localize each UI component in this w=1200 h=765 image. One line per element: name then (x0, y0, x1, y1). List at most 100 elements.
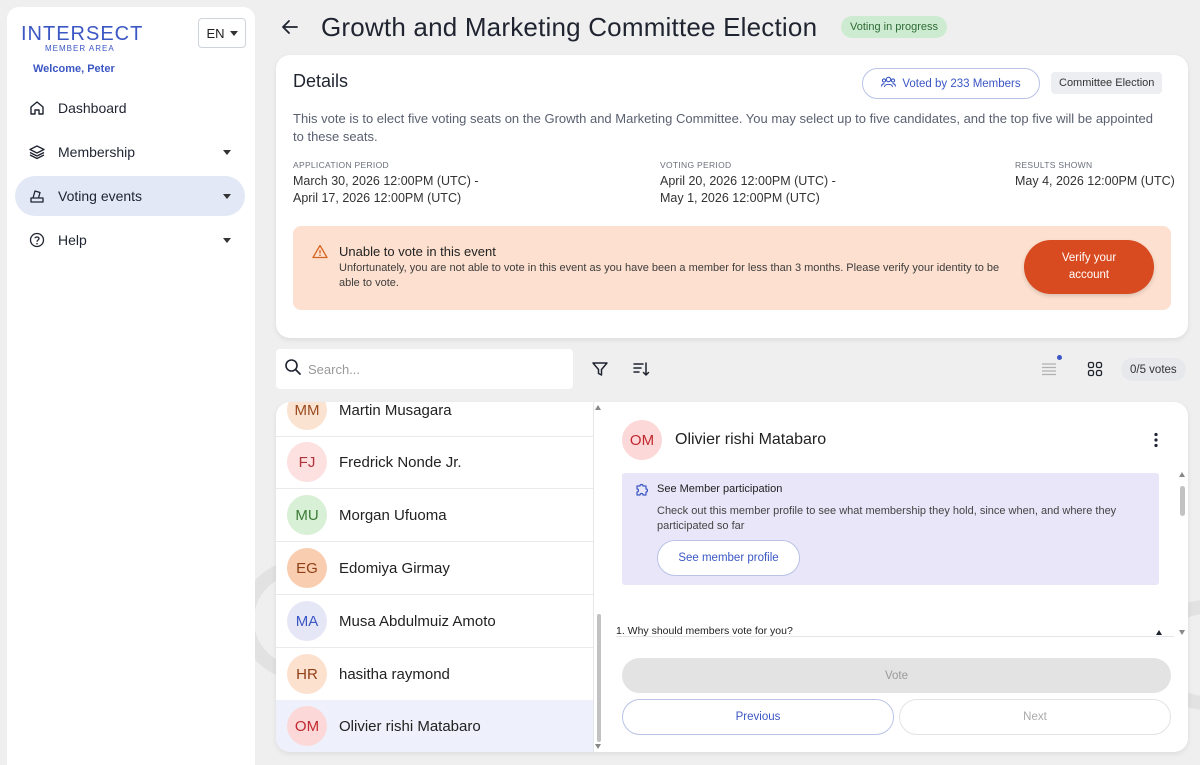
candidates-panel: MM Martin Musagara FJ Fredrick Nonde Jr.… (276, 402, 1188, 752)
voting-period: VOTING PERIOD April 20, 2026 12:00PM (UT… (660, 160, 836, 207)
sidebar-item-label: Help (58, 232, 87, 248)
list-view-icon[interactable] (1038, 358, 1060, 380)
search-bar[interactable] (276, 349, 573, 389)
election-description: This vote is to elect five voting seats … (293, 111, 1153, 144)
page-title: Growth and Marketing Committee Election (321, 12, 818, 42)
group-icon (881, 76, 897, 91)
verify-button-label: account (1068, 269, 1110, 281)
avatar: MM (287, 402, 327, 430)
grid-view-icon[interactable] (1084, 358, 1106, 380)
list-item[interactable]: FJ Fredrick Nonde Jr. (276, 436, 593, 489)
more-options-icon[interactable] (1150, 432, 1162, 448)
ballot-icon (28, 187, 46, 205)
chevron-down-icon (223, 238, 231, 243)
status-badge: Voting in progress (841, 16, 948, 38)
avatar: HR (287, 654, 327, 694)
language-value: EN (206, 25, 225, 41)
list-item[interactable]: HR hasitha raymond (276, 648, 593, 701)
active-view-indicator (1057, 355, 1062, 360)
sidebar: INTERSECT MEMBER AREA EN Welcome, Peter … (7, 7, 255, 765)
sidebar-item-help[interactable]: Help (15, 220, 245, 260)
period-label: VOTING PERIOD (660, 160, 732, 170)
period-label: APPLICATION PERIOD (293, 160, 389, 170)
period-value: May 1, 2026 12:00PM (UTC) (660, 191, 820, 205)
avatar: MA (287, 601, 327, 641)
logo-text: INTERSECT (21, 23, 144, 45)
candidate-name: Martin Musagara (339, 402, 452, 419)
list-item[interactable]: EG Edomiya Girmay (276, 542, 593, 595)
sidebar-item-label: Dashboard (58, 100, 127, 116)
candidate-list: MM Martin Musagara FJ Fredrick Nonde Jr.… (276, 402, 594, 752)
list-item[interactable]: MA Musa Abdulmuiz Amoto (276, 595, 593, 648)
list-item[interactable]: OM Olivier rishi Matabaro (276, 700, 593, 752)
verify-account-button[interactable]: Verify your account (1024, 240, 1154, 294)
details-card: Details Voted by 233 Members Committee E… (276, 55, 1188, 338)
chevron-down-icon (223, 150, 231, 155)
voted-by-button[interactable]: Voted by 233 Members (862, 68, 1040, 99)
see-member-profile-button[interactable]: See member profile (657, 540, 800, 576)
scrollbar-thumb[interactable] (597, 614, 601, 742)
candidate-name: Musa Abdulmuiz Amoto (339, 612, 496, 630)
sidebar-item-label: Membership (58, 144, 136, 160)
scroll-down-icon (595, 744, 601, 749)
chevron-up-icon[interactable] (1156, 630, 1162, 635)
verify-button-label: Verify your (1061, 252, 1117, 264)
list-scrollbar[interactable] (594, 402, 604, 752)
avatar: FJ (287, 442, 327, 482)
language-select[interactable]: EN (198, 18, 246, 48)
vote-button[interactable]: Vote (622, 658, 1171, 693)
candidate-name: Olivier rishi Matabaro (339, 717, 481, 735)
chevron-down-icon (229, 30, 238, 36)
candidate-name: Fredrick Nonde Jr. (339, 453, 462, 471)
period-value: April 20, 2026 12:00PM (UTC) - (660, 174, 836, 188)
chevron-down-icon (223, 194, 231, 199)
period-value: March 30, 2026 12:00PM (UTC) - (293, 174, 479, 188)
previous-button[interactable]: Previous (622, 699, 894, 735)
back-arrow-icon[interactable] (279, 16, 301, 38)
alert-title: Unable to vote in this event (339, 244, 496, 259)
welcome-message: Welcome, Peter (33, 63, 115, 75)
election-type-tag: Committee Election (1051, 72, 1163, 94)
help-icon (28, 231, 46, 249)
puzzle-icon (634, 481, 651, 503)
candidate-detail-header: OM Olivier rishi Matabaro (622, 420, 826, 460)
divider (616, 636, 1174, 637)
candidate-name: Edomiya Girmay (339, 559, 450, 577)
period-value: May 4, 2026 12:00PM (UTC) (1015, 174, 1175, 188)
search-icon (284, 358, 302, 381)
scroll-up-icon[interactable] (1179, 472, 1185, 477)
candidate-detail-name: Olivier rishi Matabaro (675, 431, 827, 448)
avatar: MU (287, 495, 327, 535)
home-icon (28, 99, 46, 117)
avatar: OM (287, 706, 327, 746)
next-button[interactable]: Next (899, 699, 1171, 735)
sidebar-item-membership[interactable]: Membership (15, 132, 245, 172)
list-item[interactable]: MM Martin Musagara (276, 402, 593, 437)
sidebar-item-label: Voting events (58, 188, 143, 204)
warning-icon (312, 244, 328, 264)
search-input[interactable] (308, 361, 558, 377)
member-participation-box: See Member participation Check out this … (622, 473, 1159, 585)
intersect-logo[interactable]: INTERSECT MEMBER AREA (21, 23, 143, 53)
scroll-down-icon[interactable] (1179, 630, 1185, 635)
results-shown: RESULTS SHOWN May 4, 2026 12:00PM (UTC) (1015, 160, 1175, 190)
unable-to-vote-alert: Unable to vote in this event Unfortunate… (293, 226, 1171, 310)
details-heading: Details (293, 71, 349, 91)
layers-icon (28, 143, 46, 161)
filter-icon[interactable] (589, 358, 611, 380)
period-value: April 17, 2026 12:00PM (UTC) (293, 191, 462, 205)
scrollbar-thumb[interactable] (1180, 486, 1185, 516)
participation-body: Check out this member profile to see wha… (657, 505, 1117, 532)
participation-title: See Member participation (657, 483, 783, 495)
scroll-up-icon (595, 405, 601, 410)
sort-icon[interactable] (630, 358, 652, 380)
votes-counter: 0/5 votes (1121, 358, 1186, 381)
candidate-name: Morgan Ufuoma (339, 506, 447, 524)
sidebar-item-dashboard[interactable]: Dashboard (15, 88, 245, 128)
avatar: OM (622, 420, 662, 460)
sidebar-item-voting-events[interactable]: Voting events (15, 176, 245, 216)
list-item[interactable]: MU Morgan Ufuoma (276, 489, 593, 542)
avatar: EG (287, 548, 327, 588)
candidate-name: hasitha raymond (339, 665, 450, 683)
alert-body: Unfortunately, you are not able to vote … (339, 262, 1000, 289)
